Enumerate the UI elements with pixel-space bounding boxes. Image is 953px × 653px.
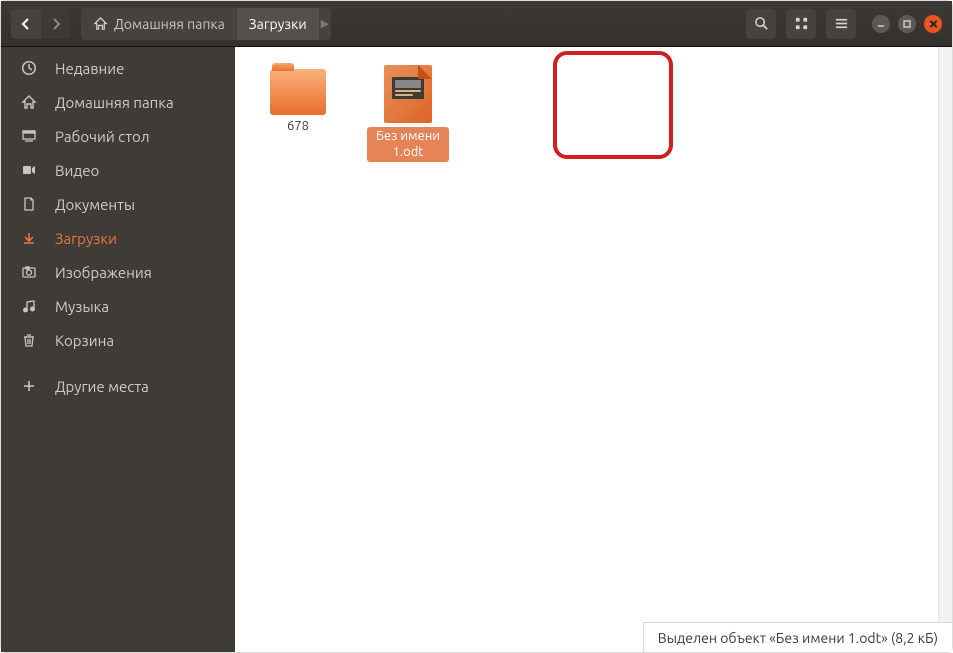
- close-button[interactable]: [924, 15, 942, 33]
- sidebar-item-label: Домашняя папка: [55, 94, 174, 111]
- forward-button[interactable]: [41, 9, 71, 39]
- sidebar-item-recent[interactable]: Недавние: [1, 51, 235, 85]
- sidebar-item-label: Видео: [55, 162, 99, 179]
- file-label: Без имени 1.odt: [367, 127, 449, 162]
- toolbar: Домашняя папка Загрузки ▶: [1, 1, 952, 47]
- sidebar-item-label: Рабочий стол: [55, 128, 150, 145]
- home-icon: [93, 16, 108, 31]
- scrollbar[interactable]: [938, 47, 952, 622]
- recent-icon: [19, 58, 39, 78]
- crumb-home-label: Домашняя папка: [114, 16, 225, 32]
- sidebar-item-music[interactable]: Музыка: [1, 289, 235, 323]
- sidebar-item-label: Другие места: [55, 378, 149, 395]
- sidebar-item-label: Изображения: [55, 264, 152, 281]
- music-icon: [19, 296, 39, 316]
- home-icon: [19, 92, 39, 112]
- sidebar-item-label: Недавние: [55, 60, 124, 77]
- folder-item[interactable]: 678: [257, 65, 339, 135]
- plus-icon: [19, 376, 39, 396]
- trash-icon: [19, 330, 39, 350]
- sidebar-item-home[interactable]: Домашняя папка: [1, 85, 235, 119]
- desktop-icon: [19, 126, 39, 146]
- back-button[interactable]: [11, 9, 41, 39]
- chevron-right-icon: ▶: [319, 17, 331, 30]
- downloads-icon: [19, 228, 39, 248]
- folder-icon: [270, 69, 326, 115]
- crumb-current[interactable]: Загрузки: [237, 8, 319, 40]
- sidebar: Недавние Домашняя папка Рабочий стол Вид…: [1, 47, 235, 652]
- status-bar: Выделен объект «Без имени 1.odt» (8,2 кБ…: [643, 622, 952, 652]
- content-pane: 678 Без имени 1.odt Выделен объект «Без …: [235, 47, 952, 652]
- search-button[interactable]: [746, 9, 776, 39]
- file-item-selected[interactable]: Без имени 1.odt: [367, 65, 449, 162]
- crumb-home[interactable]: Домашняя папка: [81, 8, 237, 40]
- hamburger-button[interactable]: [826, 9, 856, 39]
- minimize-button[interactable]: [872, 15, 890, 33]
- window-controls: [872, 15, 942, 33]
- sidebar-item-desktop[interactable]: Рабочий стол: [1, 119, 235, 153]
- folder-label: 678: [287, 119, 309, 135]
- status-text: Выделен объект «Без имени 1.odt» (8,2 кБ…: [658, 630, 938, 646]
- sidebar-item-downloads[interactable]: Загрузки: [1, 221, 235, 255]
- document-icon: [384, 65, 432, 123]
- sidebar-item-other-places[interactable]: Другие места: [1, 369, 235, 403]
- nav-group: [11, 9, 71, 39]
- sidebar-item-trash[interactable]: Корзина: [1, 323, 235, 357]
- crumb-current-label: Загрузки: [249, 16, 307, 32]
- video-icon: [19, 160, 39, 180]
- sidebar-item-pictures[interactable]: Изображения: [1, 255, 235, 289]
- maximize-button[interactable]: [898, 15, 916, 33]
- breadcrumb: Домашняя папка Загрузки ▶: [81, 8, 331, 40]
- sidebar-item-label: Загрузки: [55, 230, 117, 247]
- sidebar-item-label: Корзина: [55, 332, 114, 349]
- sidebar-item-label: Документы: [55, 196, 135, 213]
- sidebar-item-video[interactable]: Видео: [1, 153, 235, 187]
- sidebar-item-documents[interactable]: Документы: [1, 187, 235, 221]
- pictures-icon: [19, 262, 39, 282]
- sidebar-item-label: Музыка: [55, 298, 109, 315]
- view-mode-button[interactable]: [786, 9, 816, 39]
- documents-icon: [19, 194, 39, 214]
- icon-grid: 678 Без имени 1.odt: [235, 47, 952, 180]
